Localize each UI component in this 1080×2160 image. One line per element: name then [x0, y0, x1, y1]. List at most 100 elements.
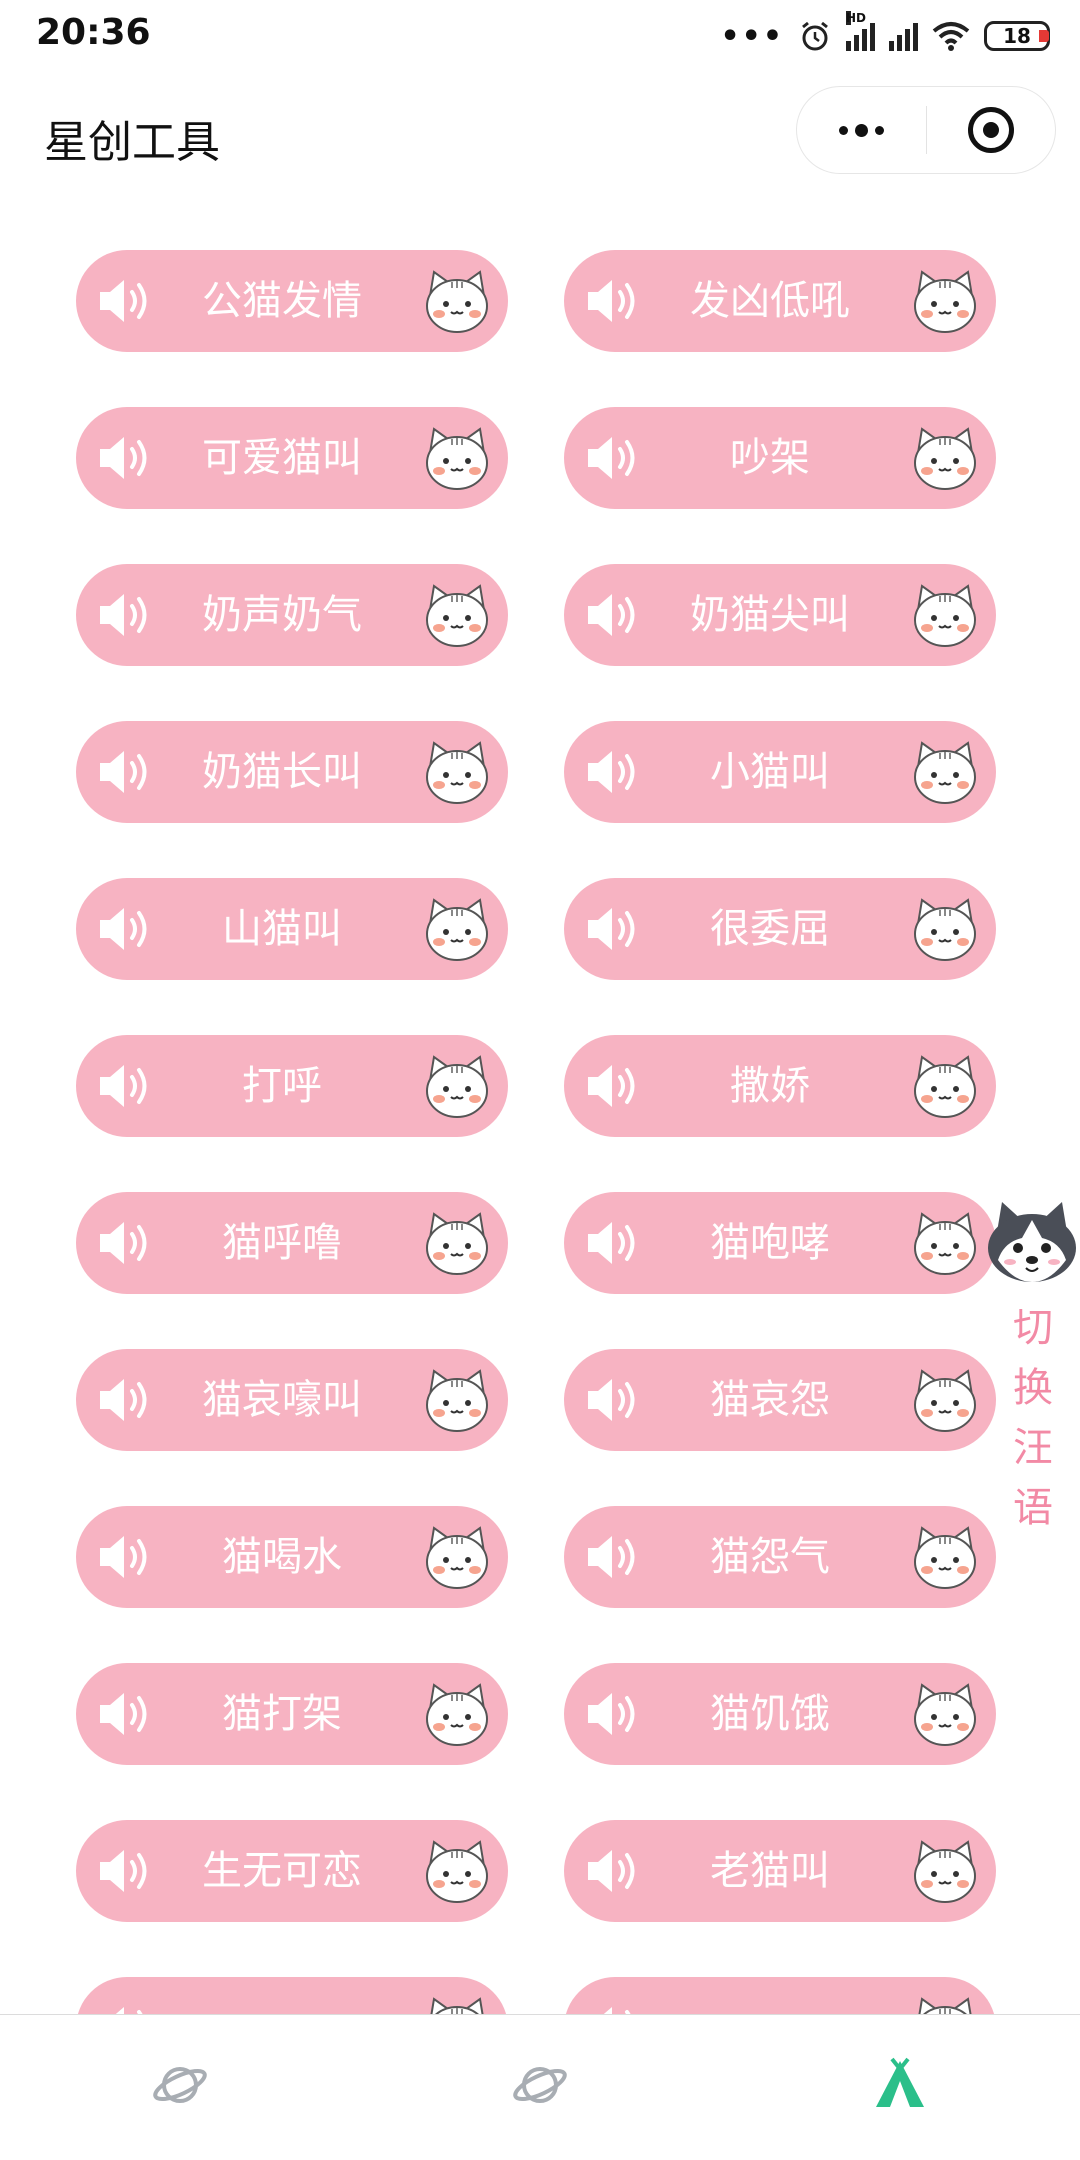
tab-planet-2[interactable] [510, 2055, 570, 2115]
cat-face-icon [918, 1997, 972, 2014]
sound-button-label: 公猫发情 [202, 278, 362, 324]
sound-button[interactable]: 猫饥饿 [564, 1663, 996, 1765]
husky-icon [988, 1202, 1076, 1282]
tab-planet-1[interactable] [150, 2055, 210, 2115]
sound-button-label: 猫饥饿 [710, 1691, 830, 1737]
cat-face-icon [426, 1683, 488, 1746]
sound-button[interactable]: 山猫叫 [76, 878, 508, 980]
sound-button-label: 生无可恋 [202, 1848, 362, 1894]
sound-button-label: 很委屈 [710, 906, 830, 952]
sound-button[interactable]: 可爱猫叫 [76, 407, 508, 509]
more-dots-icon [838, 123, 884, 137]
wifi-icon [932, 22, 970, 51]
sound-button[interactable] [564, 1977, 996, 2014]
tab-tent[interactable] [870, 2055, 930, 2115]
cat-face-icon [426, 898, 488, 961]
cat-face-icon [914, 584, 976, 647]
sound-button[interactable]: 发凶低吼 [564, 250, 996, 352]
switch-char: 换 [1013, 1365, 1053, 1411]
sound-button[interactable]: 猫哀嚎叫 [76, 1349, 508, 1451]
sound-button-label: 猫咆哮 [710, 1220, 830, 1266]
sound-button[interactable]: 很委屈 [564, 878, 996, 980]
sound-button[interactable]: 小猫叫 [564, 721, 996, 823]
sound-button-label [146, 1977, 418, 2014]
sound-button-label: 可爱猫叫 [202, 435, 362, 481]
sound-button-label: 打呼 [242, 1063, 322, 1109]
mini-program-capsule [796, 86, 1056, 174]
sound-button[interactable]: 生无可恋 [76, 1820, 508, 1922]
sound-button-label: 奶声奶气 [202, 592, 362, 638]
sound-button-label: 山猫叫 [222, 906, 342, 952]
cat-face-icon [914, 1055, 976, 1118]
cat-face-icon [426, 584, 488, 647]
switch-label: 切 换 汪 语 [1008, 1298, 1058, 1538]
sound-button-label: 猫打架 [222, 1691, 342, 1737]
cat-face-icon [914, 427, 976, 490]
switch-char: 语 [1013, 1485, 1053, 1531]
switch-char: 切 [1013, 1305, 1053, 1351]
cat-face-icon [426, 427, 488, 490]
sound-button-label: 猫呼噜 [222, 1220, 342, 1266]
status-bar: 20:36 ••• HD 18 [0, 0, 1080, 72]
sound-button-label: 老猫叫 [710, 1848, 830, 1894]
tab-bar [0, 2014, 1080, 2160]
cat-face-icon [426, 1212, 488, 1275]
tent-icon [876, 2057, 924, 2107]
cat-face-icon [914, 1212, 976, 1275]
cat-face-icon [426, 1840, 488, 1903]
status-icons: ••• HD 18 [720, 11, 1050, 56]
sound-button[interactable]: 撒娇 [564, 1035, 996, 1137]
cat-face-icon [914, 1840, 976, 1903]
cat-face-icon [914, 1683, 976, 1746]
sound-button-label: 撒娇 [730, 1063, 810, 1109]
cat-face-icon [914, 741, 976, 804]
cat-face-icon [914, 1526, 976, 1589]
battery-icon: 18 [984, 21, 1050, 51]
page-title: 星创工具 [44, 117, 220, 168]
sound-button-label: 奶猫尖叫 [690, 592, 850, 638]
sound-button[interactable]: 猫咆哮 [564, 1192, 996, 1294]
cat-face-icon [914, 1369, 976, 1432]
sound-button[interactable] [76, 1977, 508, 2014]
sound-button[interactable]: 猫哀怨 [564, 1349, 996, 1451]
more-button[interactable] [797, 87, 926, 173]
sound-button[interactable]: 奶猫尖叫 [564, 564, 996, 666]
switch-dog-language-button[interactable]: 切 换 汪 语 [980, 1198, 1080, 1538]
sound-button[interactable]: 老猫叫 [564, 1820, 996, 1922]
sound-button-label: 吵架 [730, 435, 810, 481]
cat-face-icon [430, 1997, 484, 2014]
sound-button[interactable]: 奶声奶气 [76, 564, 508, 666]
nav-bar: 星创工具 [0, 72, 1080, 192]
sound-button-label [634, 1977, 906, 2014]
alarm-icon [802, 21, 828, 51]
cat-face-icon [426, 1055, 488, 1118]
sound-button[interactable]: 猫打架 [76, 1663, 508, 1765]
planet-icon [153, 2067, 207, 2103]
sound-button-label: 小猫叫 [710, 749, 830, 795]
sound-button[interactable]: 猫呼噜 [76, 1192, 508, 1294]
cat-face-icon [426, 270, 488, 333]
sound-button[interactable]: 猫怨气 [564, 1506, 996, 1608]
signal-icon [889, 21, 918, 51]
sound-button[interactable]: 奶猫长叫 [76, 721, 508, 823]
sound-button[interactable]: 吵架 [564, 407, 996, 509]
battery-level: 18 [1003, 24, 1031, 48]
sound-button-label: 猫哀怨 [710, 1377, 830, 1423]
more-dots-icon: ••• [720, 18, 784, 54]
close-button[interactable] [927, 87, 1056, 173]
sound-button[interactable]: 猫喝水 [76, 1506, 508, 1608]
cat-face-icon [914, 898, 976, 961]
status-time: 20:36 [36, 12, 151, 53]
switch-char: 汪 [1013, 1425, 1053, 1471]
sound-button[interactable]: 公猫发情 [76, 250, 508, 352]
sound-button[interactable]: 打呼 [76, 1035, 508, 1137]
target-icon [967, 107, 1014, 153]
sound-button-label: 猫怨气 [710, 1534, 830, 1580]
sound-list[interactable]: 公猫发情 发凶低吼可爱猫叫 吵架奶声奶气 奶猫尖叫奶猫长叫 小猫叫山猫叫 很委屈打呼 撒娇猫… [0, 192, 1080, 2014]
sound-button-label: 发凶低吼 [690, 278, 850, 324]
sound-button-label: 奶猫长叫 [202, 749, 362, 795]
cat-face-icon [426, 1369, 488, 1432]
cat-face-icon [426, 741, 488, 804]
sound-button-label: 猫哀嚎叫 [202, 1377, 362, 1423]
cat-face-icon [914, 270, 976, 333]
